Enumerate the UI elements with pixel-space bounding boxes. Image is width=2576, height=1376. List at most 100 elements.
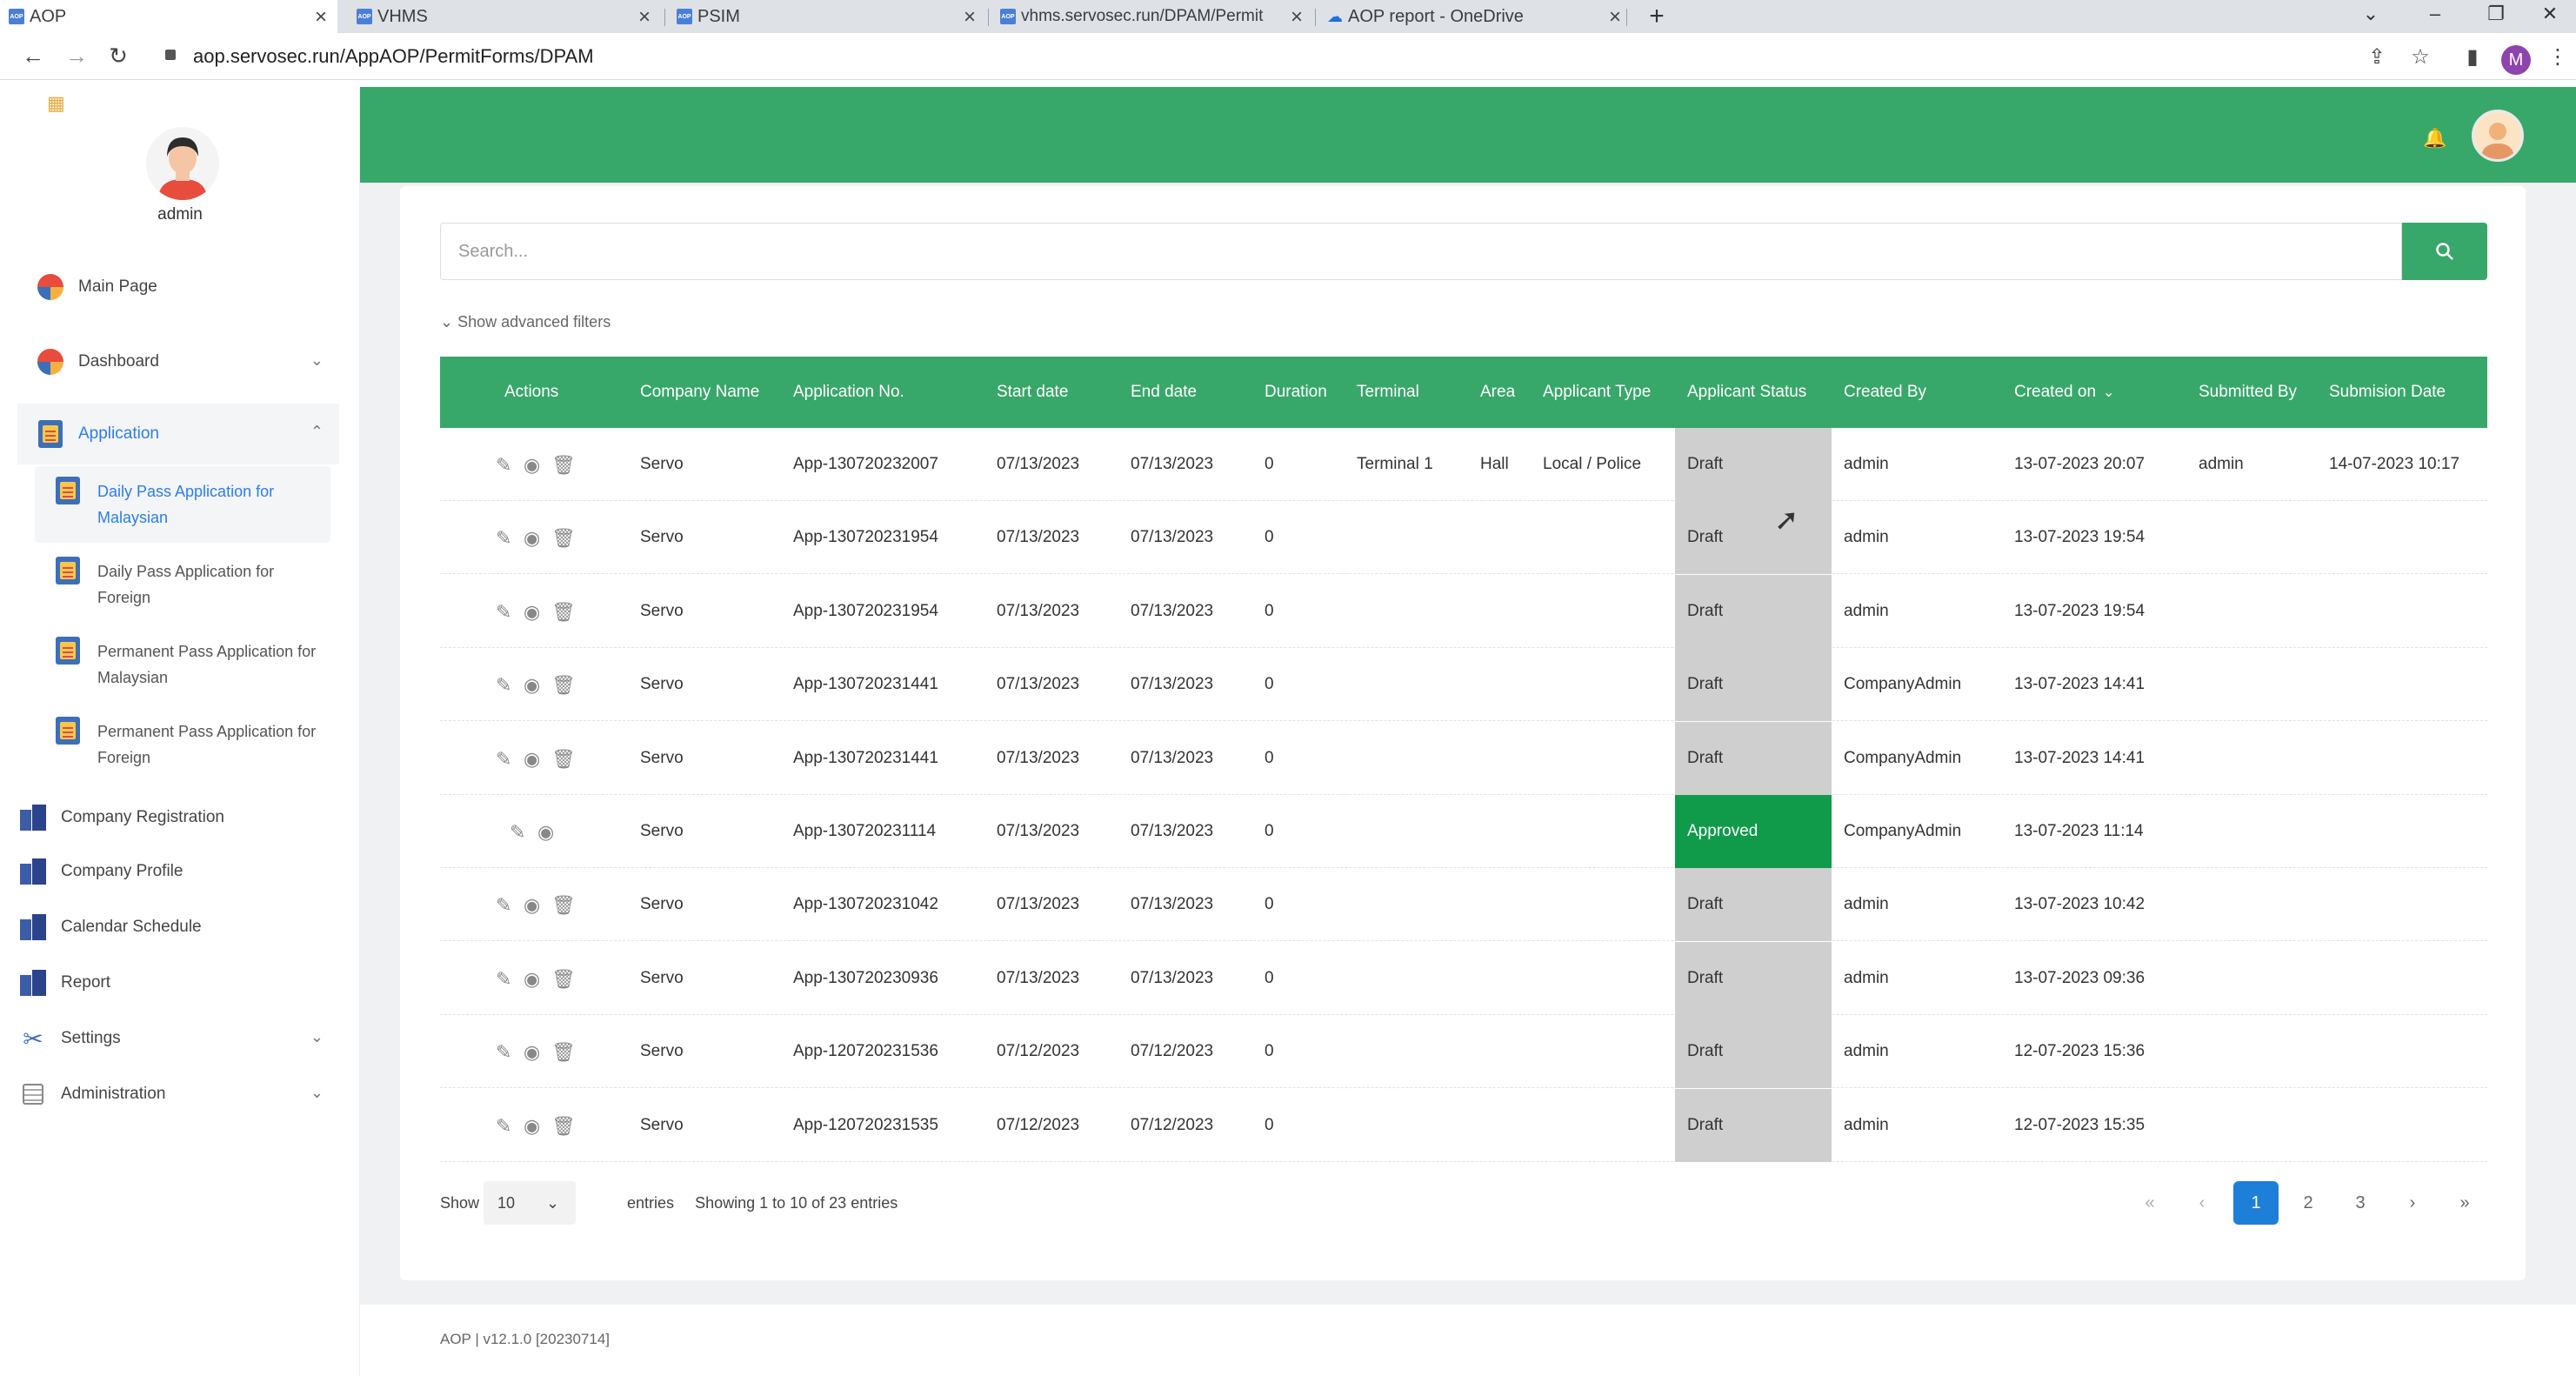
tab-search-icon[interactable]: ⌄ [2345, 0, 2397, 28]
delete-icon[interactable]: 🗑 [551, 894, 576, 917]
th-applicant-status[interactable]: Applicant Status [1687, 357, 1806, 428]
view-icon[interactable]: ◉ [524, 748, 540, 771]
search-input[interactable]: Search... [440, 223, 2402, 280]
th-created-on[interactable]: Created on ⌄ [2014, 357, 2114, 428]
delete-icon[interactable]: 🗑 [551, 454, 576, 477]
delete-icon[interactable]: 🗑 [551, 968, 576, 991]
reload-button[interactable]: ↻ [103, 40, 134, 71]
browser-tab-aop[interactable]: AOP AOP × [0, 0, 337, 33]
page-button-3[interactable]: 3 [2338, 1181, 2383, 1225]
view-icon[interactable]: ◉ [524, 527, 540, 550]
browser-tab-vhms-permit[interactable]: AOP vhms.servosec.run/DPAM/Permit × [991, 0, 1313, 33]
th-terminal[interactable]: Terminal [1357, 357, 1419, 428]
view-icon[interactable]: ◉ [524, 1041, 540, 1064]
close-icon[interactable]: × [315, 5, 327, 30]
sidebar-item-administration[interactable]: Administration ⌄ [0, 1075, 339, 1113]
close-icon[interactable]: × [964, 5, 976, 30]
edit-icon[interactable]: ✎ [496, 748, 511, 771]
sidebar-item-company-profile[interactable]: Company Profile [0, 852, 322, 891]
search-button[interactable] [2402, 223, 2487, 280]
edit-icon[interactable]: ✎ [510, 821, 525, 844]
view-icon[interactable]: ◉ [524, 968, 540, 991]
share-icon[interactable]: ⇪ [2362, 42, 2392, 71]
table-row[interactable]: ✎ ◉ Servo App-130720231114 07/13/2023 07/13/2… [440, 795, 2487, 868]
browser-tab-onedrive[interactable]: ☁ AOP report - OneDrive × [1318, 0, 1632, 33]
sidebar-subitem-permanent-pass-foreign[interactable]: Permanent Pass Application for Foreign [35, 706, 330, 771]
th-submitted-by[interactable]: Submitted By [2199, 357, 2297, 428]
th-application-no[interactable]: Application No. [793, 357, 904, 428]
th-created-by[interactable]: Created By [1844, 357, 1926, 428]
table-row[interactable]: ✎ ◉ 🗑 Servo App-130720231441 07/13/2023 07/13/… [440, 648, 2487, 722]
edit-icon[interactable]: ✎ [496, 968, 511, 991]
delete-icon[interactable]: 🗑 [551, 601, 576, 624]
table-row[interactable]: ✎ ◉ 🗑 Servo App-130720231441 07/13/2023 07/13/… [440, 721, 2487, 795]
table-row[interactable]: ✎ ◉ 🗑 Servo App-130720230936 07/13/2023 07/13/… [440, 941, 2487, 1015]
delete-icon[interactable]: 🗑 [551, 748, 576, 771]
th-end-date[interactable]: End date [1131, 357, 1197, 428]
edit-icon[interactable]: ✎ [496, 454, 511, 477]
bell-icon[interactable]: 🔔 [2423, 127, 2446, 150]
close-window-button[interactable]: ✕ [2524, 0, 2576, 28]
edit-icon[interactable]: ✎ [496, 894, 511, 917]
view-icon[interactable]: ◉ [524, 601, 540, 624]
table-row[interactable]: ✎ ◉ 🗑 Servo App-130720231954 07/13/2023 07/13/… [440, 574, 2487, 648]
edit-icon[interactable]: ✎ [496, 1041, 511, 1064]
close-icon[interactable]: × [1609, 5, 1621, 30]
profile-avatar[interactable]: M [2501, 45, 2531, 75]
sidebar-item-main-page[interactable]: Main Page [17, 268, 339, 306]
show-advanced-filters-link[interactable]: ⌄ Show advanced filters [440, 313, 611, 331]
url-field[interactable]: aop.servosec.run/AppAOP/PermitForms/DPAM [193, 42, 594, 71]
table-row[interactable]: ✎ ◉ 🗑 Servo App-130720232007 07/13/2023 07/13/… [440, 428, 2487, 501]
th-submission-date[interactable]: Submision Date [2329, 357, 2446, 428]
edit-icon[interactable]: ✎ [496, 601, 511, 624]
last-page-button[interactable]: » [2442, 1181, 2487, 1225]
apps-grid-icon[interactable]: ▦ [47, 92, 65, 115]
view-icon[interactable]: ◉ [537, 821, 554, 844]
delete-icon[interactable]: 🗑 [551, 1041, 576, 1064]
table-row[interactable]: ✎ ◉ 🗑 Servo App-120720231535 07/12/2023 07/12/… [440, 1088, 2487, 1162]
edit-icon[interactable]: ✎ [496, 527, 511, 550]
th-applicant-type[interactable]: Applicant Type [1543, 357, 1651, 428]
sidebar-item-calendar-schedule[interactable]: Calendar Schedule [0, 908, 322, 946]
table-row[interactable]: ✎ ◉ 🗑 Servo App-130720231954 07/13/2023 07/13/… [440, 501, 2487, 575]
back-button[interactable]: ← [17, 40, 49, 71]
forward-button[interactable]: → [61, 40, 92, 71]
side-panel-icon[interactable]: ▮ [2458, 42, 2487, 71]
close-icon[interactable]: × [1291, 5, 1303, 30]
close-icon[interactable]: × [638, 5, 651, 30]
th-duration[interactable]: Duration [1265, 357, 1327, 428]
prev-page-button[interactable]: ‹ [2179, 1181, 2225, 1225]
delete-icon[interactable]: 🗑 [551, 1115, 576, 1138]
edit-icon[interactable]: ✎ [496, 1115, 511, 1138]
sidebar-subitem-permanent-pass-malaysian[interactable]: Permanent Pass Application for Malaysian [35, 626, 330, 691]
delete-icon[interactable]: 🗑 [551, 674, 576, 697]
page-button-1[interactable]: 1 [2233, 1181, 2279, 1225]
table-row[interactable]: ✎ ◉ 🗑 Servo App-130720231042 07/13/2023 07/13/… [440, 868, 2487, 942]
sidebar-item-dashboard[interactable]: Dashboard ⌄ [17, 343, 339, 381]
next-page-button[interactable]: › [2390, 1181, 2435, 1225]
view-icon[interactable]: ◉ [524, 674, 540, 697]
view-icon[interactable]: ◉ [524, 1115, 540, 1138]
maximize-button[interactable]: ❐ [2470, 0, 2522, 28]
sidebar-subitem-daily-pass-foreign[interactable]: Daily Pass Application for Foreign [35, 546, 330, 611]
sidebar-item-application[interactable]: Application ⌃ [17, 404, 339, 464]
sidebar-subitem-daily-pass-malaysian[interactable]: Daily Pass Application for Malaysian [35, 466, 330, 543]
sidebar-item-report[interactable]: Report [0, 964, 322, 1002]
edit-icon[interactable]: ✎ [496, 674, 511, 697]
minimize-button[interactable]: – [2409, 0, 2461, 28]
new-tab-button[interactable]: + [1644, 0, 1670, 33]
page-size-select[interactable]: 10 ⌄ [484, 1181, 576, 1225]
th-company-name[interactable]: Company Name [640, 357, 759, 428]
th-area[interactable]: Area [1480, 357, 1515, 428]
th-start-date[interactable]: Start date [997, 357, 1068, 428]
bookmark-star-icon[interactable]: ☆ [2406, 42, 2435, 71]
view-icon[interactable]: ◉ [524, 454, 540, 477]
page-button-2[interactable]: 2 [2286, 1181, 2331, 1225]
first-page-button[interactable]: « [2127, 1181, 2172, 1225]
sidebar-item-settings[interactable]: ✂ Settings ⌄ [0, 1019, 339, 1058]
browser-tab-psim[interactable]: AOP PSIM × [668, 0, 986, 33]
table-row[interactable]: ✎ ◉ 🗑 Servo App-120720231536 07/12/2023 07/12/… [440, 1015, 2487, 1089]
delete-icon[interactable]: 🗑 [551, 527, 576, 550]
sidebar-item-company-registration[interactable]: Company Registration [0, 798, 322, 837]
header-avatar[interactable] [2472, 110, 2524, 162]
